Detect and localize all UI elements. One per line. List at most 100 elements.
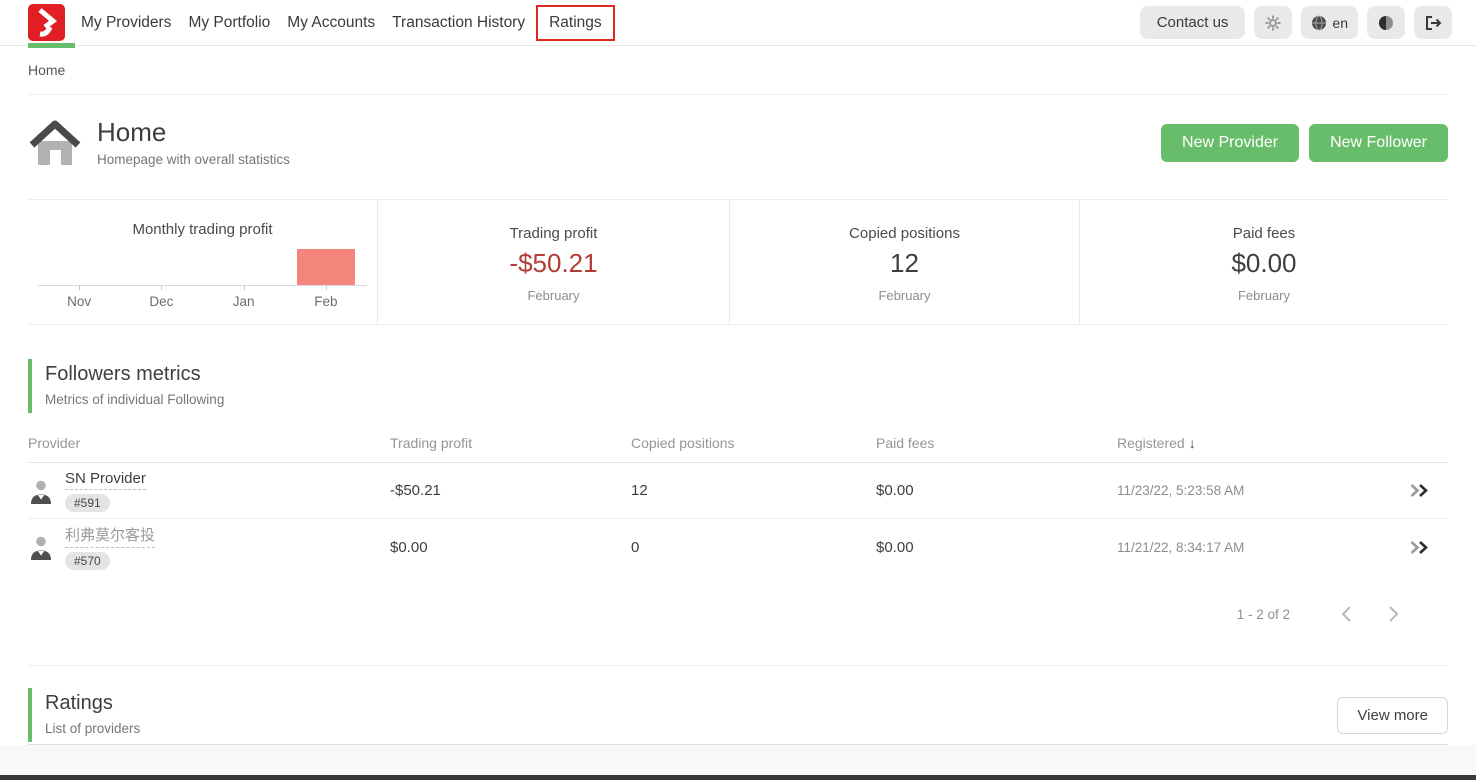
- stat-period: February: [878, 288, 930, 303]
- registered-cell: 11/21/22, 8:34:17 AM: [1117, 540, 1390, 555]
- copied-positions-cell: 12: [631, 482, 876, 499]
- nav-my-providers[interactable]: My Providers: [81, 14, 171, 32]
- registered-cell: 11/23/22, 5:23:58 AM: [1117, 483, 1390, 498]
- chevron-left-icon: [1340, 605, 1352, 623]
- provider-cell: SN Provider #591: [28, 470, 390, 512]
- provider-id-badge: #591: [65, 494, 110, 512]
- trading-profit-cell: $0.00: [390, 539, 631, 556]
- table-header-row: Provider Trading profit Copied positions…: [28, 435, 1448, 463]
- page-header-text: Home Homepage with overall statistics: [97, 119, 290, 167]
- nav-my-portfolio[interactable]: My Portfolio: [188, 14, 270, 32]
- nav-my-accounts[interactable]: My Accounts: [287, 14, 375, 32]
- bottom-bar: [0, 775, 1476, 780]
- contact-us-button[interactable]: Contact us: [1140, 6, 1246, 39]
- pagination-next-button[interactable]: [1384, 601, 1404, 627]
- provider-cell: 利弗莫尔客投 #570: [28, 524, 390, 570]
- chevron-right-icon: [1388, 605, 1400, 623]
- axis-label-feb: Feb: [285, 286, 367, 309]
- pagination-range: 1 - 2 of 2: [1237, 607, 1290, 622]
- trading-profit-cell: -$50.21: [390, 482, 631, 499]
- paid-fees-card: Paid fees $0.00 February: [1080, 200, 1448, 324]
- app-logo[interactable]: [28, 4, 65, 41]
- nav-ratings[interactable]: Ratings: [549, 14, 602, 31]
- column-header-registered[interactable]: Registered↓: [1117, 435, 1390, 451]
- logout-button[interactable]: [1414, 6, 1452, 39]
- table-row: 利弗莫尔客投 #570 $0.00 0 $0.00 11/21/22, 8:34…: [28, 519, 1448, 575]
- breadcrumb: Home: [0, 46, 1476, 94]
- view-more-button[interactable]: View more: [1337, 697, 1448, 734]
- pagination-prev-button[interactable]: [1336, 601, 1356, 627]
- column-header-paid-fees[interactable]: Paid fees: [876, 435, 1117, 451]
- sort-desc-icon: ↓: [1189, 435, 1196, 451]
- provider-name-link[interactable]: 利弗莫尔客投: [65, 524, 155, 548]
- theme-contrast-button[interactable]: [1367, 6, 1405, 39]
- stat-period: February: [527, 288, 579, 303]
- ratings-header: Ratings List of providers: [28, 688, 140, 742]
- stat-label: Copied positions: [849, 225, 960, 242]
- stat-value: $0.00: [1231, 248, 1296, 279]
- gear-icon: [1265, 15, 1281, 31]
- paid-fees-cell: $0.00: [876, 539, 1117, 556]
- new-provider-button[interactable]: New Provider: [1161, 124, 1299, 162]
- column-header-provider[interactable]: Provider: [28, 435, 390, 451]
- logout-icon: [1424, 15, 1442, 31]
- row-details-button[interactable]: [1390, 483, 1448, 498]
- contrast-icon: [1378, 15, 1394, 31]
- axis-label-dec: Dec: [120, 286, 202, 309]
- stat-period: February: [1238, 288, 1290, 303]
- paid-fees-cell: $0.00: [876, 482, 1117, 499]
- provider-id-badge: #570: [65, 552, 110, 570]
- chart-bar-nov: [38, 248, 120, 285]
- followers-table: Provider Trading profit Copied positions…: [28, 435, 1448, 575]
- double-chevron-right-icon: [1409, 540, 1430, 555]
- new-follower-button[interactable]: New Follower: [1309, 124, 1448, 162]
- stats-strip: Monthly trading profit Nov Dec Jan Feb T…: [28, 199, 1448, 325]
- pagination: 1 - 2 of 2: [28, 575, 1448, 627]
- settings-button[interactable]: [1254, 6, 1292, 39]
- monthly-profit-chart: Monthly trading profit Nov Dec Jan Feb: [28, 200, 377, 309]
- globe-icon: [1311, 15, 1327, 31]
- chart-bar-dec: [120, 248, 202, 285]
- column-header-trading-profit[interactable]: Trading profit: [390, 435, 631, 451]
- provider-name-link[interactable]: SN Provider: [65, 470, 146, 490]
- avatar-icon: [28, 478, 54, 504]
- section-subtitle: Metrics of individual Following: [45, 392, 1448, 407]
- main-nav: My Providers My Portfolio My Accounts Tr…: [81, 5, 615, 41]
- avatar-icon: [28, 534, 54, 560]
- chart-bar-jan: [203, 248, 285, 285]
- section-subtitle: List of providers: [45, 721, 140, 736]
- row-details-button[interactable]: [1390, 540, 1448, 555]
- monthly-profit-chart-card: Monthly trading profit Nov Dec Jan Feb: [28, 200, 378, 324]
- header-buttons: New Provider New Follower: [1161, 124, 1448, 162]
- table-row: SN Provider #591 -$50.21 12 $0.00 11/23/…: [28, 463, 1448, 519]
- axis-label-jan: Jan: [203, 286, 285, 309]
- column-header-copied-positions[interactable]: Copied positions: [631, 435, 876, 451]
- chart-plot: [38, 248, 367, 286]
- chart-title: Monthly trading profit: [38, 221, 367, 238]
- app-logo-icon: [28, 4, 65, 41]
- language-button[interactable]: en: [1301, 6, 1358, 39]
- chart-bar-feb: [285, 248, 367, 285]
- copied-positions-card: Copied positions 12 February: [730, 200, 1080, 324]
- followers-metrics-section: Followers metrics Metrics of individual …: [28, 325, 1448, 627]
- language-label: en: [1332, 15, 1348, 31]
- stat-value: -$50.21: [509, 248, 597, 279]
- page-subtitle: Homepage with overall statistics: [97, 152, 290, 167]
- trading-profit-card: Trading profit -$50.21 February: [378, 200, 730, 324]
- axis-label-nov: Nov: [38, 286, 120, 309]
- chart-x-axis: Nov Dec Jan Feb: [38, 286, 367, 309]
- stat-label: Trading profit: [510, 225, 598, 242]
- section-title: Followers metrics: [45, 363, 1448, 386]
- annotation-highlight-box: Ratings: [536, 5, 615, 41]
- home-icon: [28, 119, 82, 167]
- double-chevron-right-icon: [1409, 483, 1430, 498]
- active-tab-indicator: [28, 43, 75, 48]
- top-navbar: My Providers My Portfolio My Accounts Tr…: [0, 0, 1476, 46]
- stat-value: 12: [890, 248, 919, 279]
- nav-transaction-history[interactable]: Transaction History: [392, 14, 525, 32]
- followers-metrics-header: Followers metrics Metrics of individual …: [28, 359, 1448, 413]
- breadcrumb-home[interactable]: Home: [28, 62, 65, 78]
- copied-positions-cell: 0: [631, 539, 876, 556]
- stat-label: Paid fees: [1233, 225, 1296, 242]
- section-title: Ratings: [45, 692, 140, 715]
